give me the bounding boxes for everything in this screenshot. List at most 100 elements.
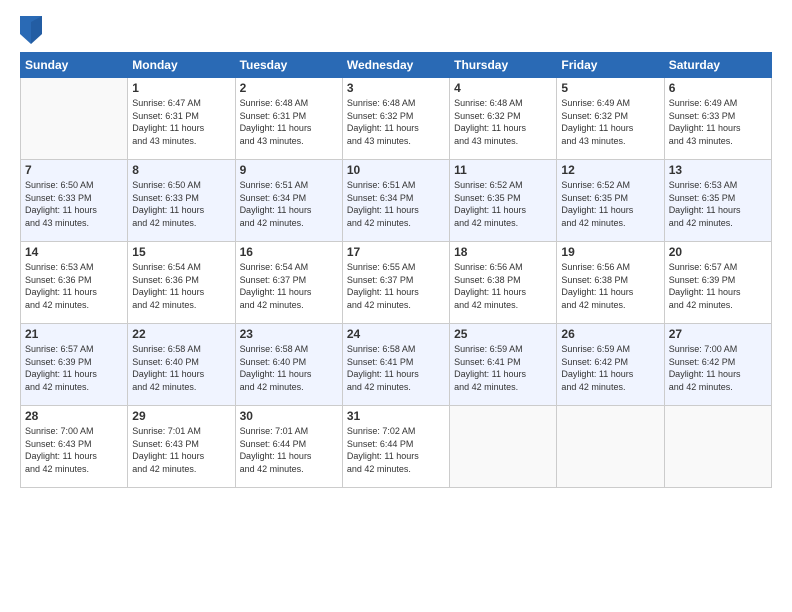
calendar-week-row: 7Sunrise: 6:50 AMSunset: 6:33 PMDaylight…: [21, 160, 772, 242]
day-detail: Sunrise: 6:51 AMSunset: 6:34 PMDaylight:…: [347, 179, 445, 229]
calendar-cell: 7Sunrise: 6:50 AMSunset: 6:33 PMDaylight…: [21, 160, 128, 242]
calendar-cell: 5Sunrise: 6:49 AMSunset: 6:32 PMDaylight…: [557, 78, 664, 160]
calendar-cell: 1 Sunrise: 6:47 AMSunset: 6:31 PMDaylight…: [128, 78, 235, 160]
day-number: 9: [240, 163, 338, 177]
day-number: 18: [454, 245, 552, 259]
calendar-cell: 29 Sunrise: 7:01 AMSunset: 6:43 PMDayligh…: [128, 406, 235, 488]
calendar-cell: [21, 78, 128, 160]
day-number: 2: [240, 81, 338, 95]
day-detail: Sunrise: 6:57 AMSunset: 6:39 PMDaylight:…: [669, 261, 767, 311]
calendar-cell: [450, 406, 557, 488]
day-of-week-header: Thursday: [450, 53, 557, 78]
day-number: 19: [561, 245, 659, 259]
day-detail: Sunrise: 7:01 AMSunset: 6:43 PMDaylight:…: [132, 425, 230, 475]
calendar-cell: 18 Sunrise: 6:56 AMSunset: 6:38 PMDayligh…: [450, 242, 557, 324]
calendar-cell: 30 Sunrise: 7:01 AMSunset: 6:44 PMDayligh…: [235, 406, 342, 488]
day-number: 13: [669, 163, 767, 177]
day-number: 29: [132, 409, 230, 423]
day-detail: Sunrise: 6:58 AMSunset: 6:40 PMDaylight:…: [132, 343, 230, 393]
calendar-cell: [557, 406, 664, 488]
day-number: 14: [25, 245, 123, 259]
logo-icon: [20, 16, 42, 44]
logo: [20, 16, 44, 44]
calendar-cell: 15 Sunrise: 6:54 AMSunset: 6:36 PMDayligh…: [128, 242, 235, 324]
day-detail: Sunrise: 6:50 AMSunset: 6:33 PMDaylight:…: [132, 179, 230, 229]
calendar-cell: 23 Sunrise: 6:58 AMSunset: 6:40 PMDayligh…: [235, 324, 342, 406]
day-number: 16: [240, 245, 338, 259]
day-of-week-header: Friday: [557, 53, 664, 78]
day-number: 12: [561, 163, 659, 177]
day-number: 6: [669, 81, 767, 95]
day-detail: Sunrise: 6:48 AMSunset: 6:32 PMDaylight:…: [454, 97, 552, 147]
calendar-cell: 8 Sunrise: 6:50 AMSunset: 6:33 PMDaylight…: [128, 160, 235, 242]
day-detail: Sunrise: 6:59 AMSunset: 6:41 PMDaylight:…: [454, 343, 552, 393]
day-number: 8: [132, 163, 230, 177]
calendar-cell: 13 Sunrise: 6:53 AMSunset: 6:35 PMDayligh…: [664, 160, 771, 242]
day-number: 26: [561, 327, 659, 341]
calendar-week-row: 14 Sunrise: 6:53 AMSunset: 6:36 PMDayligh…: [21, 242, 772, 324]
calendar-cell: 12 Sunrise: 6:52 AMSunset: 6:35 PMDayligh…: [557, 160, 664, 242]
calendar-cell: [664, 406, 771, 488]
day-detail: Sunrise: 7:01 AMSunset: 6:44 PMDaylight:…: [240, 425, 338, 475]
calendar-cell: 11 Sunrise: 6:52 AMSunset: 6:35 PMDayligh…: [450, 160, 557, 242]
day-detail: Sunrise: 6:54 AMSunset: 6:36 PMDaylight:…: [132, 261, 230, 311]
calendar-cell: 31 Sunrise: 7:02 AMSunset: 6:44 PMDayligh…: [342, 406, 449, 488]
day-of-week-header: Sunday: [21, 53, 128, 78]
calendar-cell: 19 Sunrise: 6:56 AMSunset: 6:38 PMDayligh…: [557, 242, 664, 324]
day-number: 5: [561, 81, 659, 95]
calendar-cell: 2 Sunrise: 6:48 AMSunset: 6:31 PMDaylight…: [235, 78, 342, 160]
calendar-cell: 26Sunrise: 6:59 AMSunset: 6:42 PMDayligh…: [557, 324, 664, 406]
calendar-cell: 22Sunrise: 6:58 AMSunset: 6:40 PMDayligh…: [128, 324, 235, 406]
day-number: 27: [669, 327, 767, 341]
day-detail: Sunrise: 6:48 AMSunset: 6:31 PMDaylight:…: [240, 97, 338, 147]
day-number: 17: [347, 245, 445, 259]
day-detail: Sunrise: 6:50 AMSunset: 6:33 PMDaylight:…: [25, 179, 123, 229]
day-detail: Sunrise: 7:02 AMSunset: 6:44 PMDaylight:…: [347, 425, 445, 475]
day-number: 21: [25, 327, 123, 341]
day-number: 25: [454, 327, 552, 341]
day-detail: Sunrise: 6:54 AMSunset: 6:37 PMDaylight:…: [240, 261, 338, 311]
header: [20, 16, 772, 44]
calendar-cell: 9Sunrise: 6:51 AMSunset: 6:34 PMDaylight…: [235, 160, 342, 242]
day-detail: Sunrise: 6:47 AMSunset: 6:31 PMDaylight:…: [132, 97, 230, 147]
day-detail: Sunrise: 6:52 AMSunset: 6:35 PMDaylight:…: [561, 179, 659, 229]
calendar-cell: 21 Sunrise: 6:57 AMSunset: 6:39 PMDayligh…: [21, 324, 128, 406]
day-detail: Sunrise: 6:48 AMSunset: 6:32 PMDaylight:…: [347, 97, 445, 147]
day-number: 20: [669, 245, 767, 259]
calendar-cell: 3 Sunrise: 6:48 AMSunset: 6:32 PMDaylight…: [342, 78, 449, 160]
day-number: 30: [240, 409, 338, 423]
day-detail: Sunrise: 6:58 AMSunset: 6:40 PMDaylight:…: [240, 343, 338, 393]
day-number: 10: [347, 163, 445, 177]
calendar-cell: 25 Sunrise: 6:59 AMSunset: 6:41 PMDayligh…: [450, 324, 557, 406]
day-detail: Sunrise: 7:00 AMSunset: 6:42 PMDaylight:…: [669, 343, 767, 393]
day-number: 15: [132, 245, 230, 259]
day-of-week-header: Tuesday: [235, 53, 342, 78]
calendar-cell: 27 Sunrise: 7:00 AMSunset: 6:42 PMDayligh…: [664, 324, 771, 406]
day-detail: Sunrise: 6:58 AMSunset: 6:41 PMDaylight:…: [347, 343, 445, 393]
day-detail: Sunrise: 6:56 AMSunset: 6:38 PMDaylight:…: [561, 261, 659, 311]
day-detail: Sunrise: 6:52 AMSunset: 6:35 PMDaylight:…: [454, 179, 552, 229]
day-detail: Sunrise: 6:49 AMSunset: 6:33 PMDaylight:…: [669, 97, 767, 147]
day-of-week-header: Monday: [128, 53, 235, 78]
day-of-week-header: Wednesday: [342, 53, 449, 78]
day-detail: Sunrise: 6:57 AMSunset: 6:39 PMDaylight:…: [25, 343, 123, 393]
calendar-cell: 14 Sunrise: 6:53 AMSunset: 6:36 PMDayligh…: [21, 242, 128, 324]
day-detail: Sunrise: 6:53 AMSunset: 6:36 PMDaylight:…: [25, 261, 123, 311]
day-number: 4: [454, 81, 552, 95]
calendar-cell: 4 Sunrise: 6:48 AMSunset: 6:32 PMDaylight…: [450, 78, 557, 160]
day-number: 31: [347, 409, 445, 423]
calendar-cell: 16 Sunrise: 6:54 AMSunset: 6:37 PMDayligh…: [235, 242, 342, 324]
day-number: 1: [132, 81, 230, 95]
day-detail: Sunrise: 6:56 AMSunset: 6:38 PMDaylight:…: [454, 261, 552, 311]
day-number: 3: [347, 81, 445, 95]
calendar-cell: 28Sunrise: 7:00 AMSunset: 6:43 PMDayligh…: [21, 406, 128, 488]
calendar-cell: 24 Sunrise: 6:58 AMSunset: 6:41 PMDayligh…: [342, 324, 449, 406]
day-number: 24: [347, 327, 445, 341]
day-detail: Sunrise: 6:53 AMSunset: 6:35 PMDaylight:…: [669, 179, 767, 229]
day-of-week-header: Saturday: [664, 53, 771, 78]
day-number: 11: [454, 163, 552, 177]
calendar-cell: 6 Sunrise: 6:49 AMSunset: 6:33 PMDaylight…: [664, 78, 771, 160]
day-number: 23: [240, 327, 338, 341]
day-detail: Sunrise: 6:55 AMSunset: 6:37 PMDaylight:…: [347, 261, 445, 311]
calendar-cell: 17 Sunrise: 6:55 AMSunset: 6:37 PMDayligh…: [342, 242, 449, 324]
